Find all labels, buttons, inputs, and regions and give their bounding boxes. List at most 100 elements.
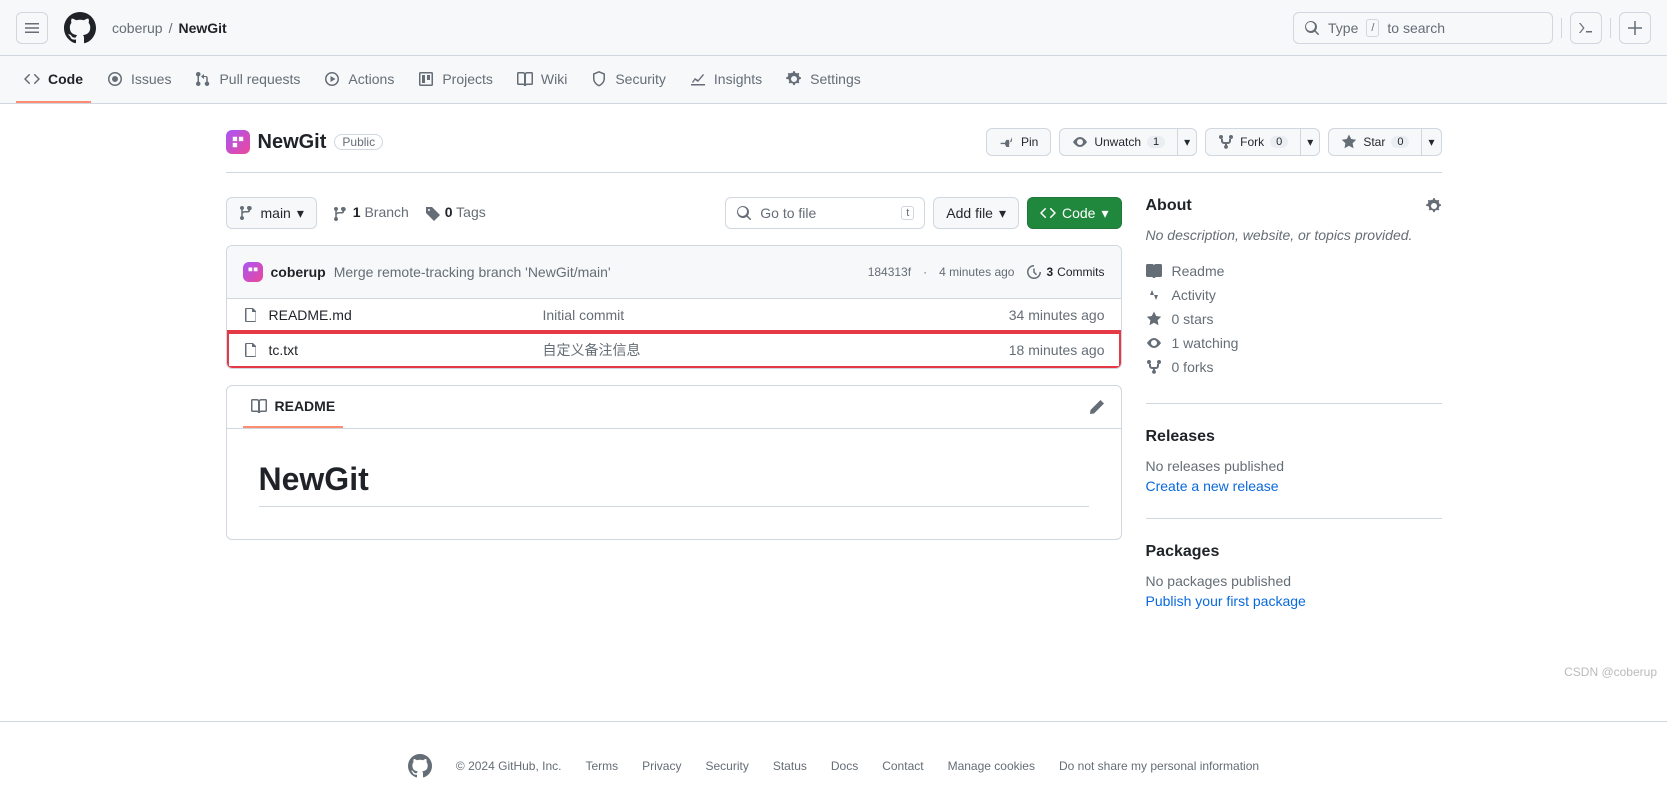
tab-actions[interactable]: Actions	[316, 57, 402, 103]
stars-link[interactable]: 0 stars	[1146, 307, 1442, 331]
tags-link[interactable]: 0 Tags	[425, 204, 486, 221]
search-kbd: /	[1366, 19, 1379, 37]
file-name[interactable]: tc.txt	[269, 342, 299, 358]
branches-label: Branch	[364, 204, 408, 220]
pin-button[interactable]: Pin	[986, 128, 1051, 156]
activity-link-label: Activity	[1172, 287, 1216, 303]
footer-link[interactable]: Status	[773, 759, 807, 773]
readme-tab[interactable]: README	[243, 386, 344, 428]
search-placeholder: Type	[1328, 20, 1358, 36]
command-palette-button[interactable]	[1570, 12, 1602, 44]
breadcrumb-separator: /	[169, 20, 173, 36]
star-icon	[1146, 311, 1162, 327]
breadcrumb-owner[interactable]: coberup	[112, 20, 163, 36]
watching-link[interactable]: 1 watching	[1146, 331, 1442, 355]
footer-copyright: © 2024 GitHub, Inc.	[456, 759, 562, 773]
file-list-box: coberup Merge remote-tracking branch 'Ne…	[226, 245, 1122, 369]
avatar-icon	[247, 266, 259, 278]
footer-link[interactable]: Terms	[585, 759, 618, 773]
git-branch-icon	[333, 206, 349, 222]
tab-issues[interactable]: Issues	[99, 57, 179, 103]
chevron-down-icon: ▾	[1101, 205, 1108, 222]
about-description: No description, website, or topics provi…	[1146, 227, 1442, 243]
branch-bar: main ▾ 1 Branch 0 Tags	[226, 197, 1122, 229]
top-header: coberup / NewGit Type / to search	[0, 0, 1667, 56]
search-hint: to search	[1387, 20, 1445, 36]
commits-label: Commits	[1057, 265, 1104, 279]
file-icon	[243, 342, 259, 358]
footer-link[interactable]: Privacy	[642, 759, 681, 773]
code-button[interactable]: Code ▾	[1027, 197, 1122, 229]
visibility-badge: Public	[334, 134, 383, 150]
fork-caret[interactable]: ▾	[1301, 128, 1320, 156]
tag-icon	[425, 206, 441, 222]
commit-author[interactable]: coberup	[271, 264, 326, 280]
tab-insights[interactable]: Insights	[682, 57, 770, 103]
goto-file-input[interactable]: Go to file t	[725, 197, 925, 229]
tab-projects[interactable]: Projects	[410, 57, 501, 103]
commits-link[interactable]: 3 Commits	[1026, 264, 1104, 280]
footer-link[interactable]: Manage cookies	[948, 759, 1035, 773]
footer: © 2024 GitHub, Inc. Terms Privacy Security…	[0, 721, 1667, 810]
divider	[1561, 18, 1562, 38]
releases-title: Releases	[1146, 428, 1215, 446]
readme-box: README NewGit	[226, 385, 1122, 540]
search-input[interactable]: Type / to search	[1293, 12, 1553, 44]
file-time: 34 minutes ago	[1009, 307, 1105, 323]
sidebar: About No description, website, or topics…	[1146, 197, 1442, 657]
file-row[interactable]: README.md Initial commit 34 minutes ago	[227, 299, 1121, 332]
commit-sha[interactable]: 184313f	[868, 265, 911, 279]
unwatch-caret[interactable]: ▾	[1178, 128, 1197, 156]
releases-empty: No releases published	[1146, 458, 1442, 474]
file-row[interactable]: tc.txt 自定义备注信息 18 minutes ago	[227, 332, 1121, 368]
unwatch-button[interactable]: Unwatch 1	[1059, 128, 1178, 156]
eye-icon	[1146, 335, 1162, 351]
footer-link[interactable]: Security	[705, 759, 748, 773]
forks-link[interactable]: 0 forks	[1146, 355, 1442, 379]
latest-commit-bar: coberup Merge remote-tracking branch 'Ne…	[227, 246, 1121, 299]
star-caret[interactable]: ▾	[1422, 128, 1441, 156]
code-icon	[1040, 205, 1056, 221]
edit-readme-button[interactable]	[1089, 399, 1105, 415]
footer-link[interactable]: Contact	[882, 759, 923, 773]
readme-tab-label: README	[275, 398, 336, 414]
pin-icon	[999, 134, 1015, 150]
add-file-label: Add file	[946, 205, 993, 221]
tab-code[interactable]: Code	[16, 57, 91, 103]
activity-link[interactable]: Activity	[1146, 283, 1442, 307]
tab-wiki[interactable]: Wiki	[509, 57, 575, 103]
tab-settings[interactable]: Settings	[778, 57, 869, 103]
shield-icon	[591, 71, 607, 87]
publish-package-link[interactable]: Publish your first package	[1146, 593, 1306, 609]
readme-heading: NewGit	[259, 461, 1089, 507]
tab-pulls[interactable]: Pull requests	[187, 57, 308, 103]
create-new-button[interactable]	[1619, 12, 1651, 44]
footer-link[interactable]: Docs	[831, 759, 858, 773]
pulse-icon	[1146, 287, 1162, 303]
create-release-link[interactable]: Create a new release	[1146, 478, 1279, 494]
github-logo[interactable]	[64, 12, 96, 44]
star-button[interactable]: Star 0	[1328, 128, 1422, 156]
about-settings-button[interactable]	[1426, 198, 1442, 214]
breadcrumb-repo[interactable]: NewGit	[178, 20, 226, 36]
readme-link[interactable]: Readme	[1146, 259, 1442, 283]
branch-selector[interactable]: main ▾	[226, 197, 317, 229]
code-icon	[24, 71, 40, 87]
tab-insights-label: Insights	[714, 71, 762, 87]
breadcrumb: coberup / NewGit	[112, 20, 227, 36]
add-file-button[interactable]: Add file ▾	[933, 197, 1019, 229]
file-commit-message[interactable]: Initial commit	[543, 307, 625, 323]
footer-link[interactable]: Do not share my personal information	[1059, 759, 1259, 773]
file-commit-message[interactable]: 自定义备注信息	[543, 342, 641, 358]
repo-avatar	[226, 130, 250, 154]
hamburger-menu-button[interactable]	[16, 12, 48, 44]
fork-button[interactable]: Fork 0	[1205, 128, 1301, 156]
commit-message[interactable]: Merge remote-tracking branch 'NewGit/mai…	[334, 264, 611, 280]
branches-link[interactable]: 1 Branch	[333, 204, 409, 221]
tab-security[interactable]: Security	[583, 57, 674, 103]
divider	[1610, 18, 1611, 38]
search-icon	[1304, 20, 1320, 36]
file-name[interactable]: README.md	[269, 307, 352, 323]
readme-link-label: Readme	[1172, 263, 1225, 279]
branch-name: main	[261, 205, 291, 221]
